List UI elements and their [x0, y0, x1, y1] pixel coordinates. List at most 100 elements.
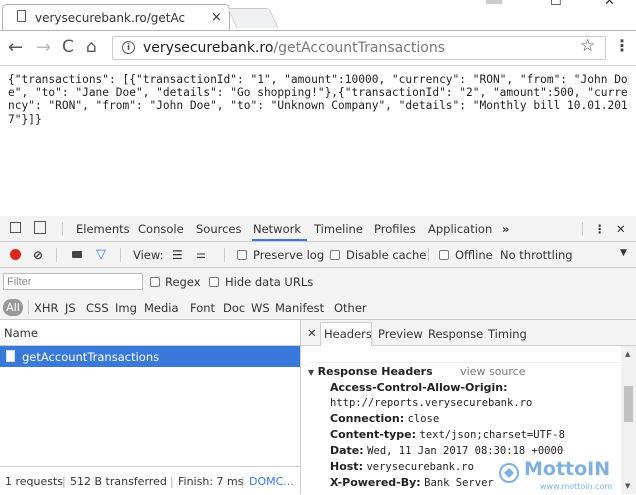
type-filter-ws[interactable]: WS	[251, 301, 270, 315]
view-source-link[interactable]: view source	[460, 365, 525, 378]
maximize-button[interactable]: ☐	[550, 0, 562, 9]
reload-button[interactable]: C	[62, 37, 74, 57]
scrollbar-thumb[interactable]	[624, 386, 633, 422]
requests-count: 1 requests	[5, 475, 64, 488]
type-filter-other[interactable]: Other	[334, 301, 367, 315]
disable-cache-checkbox[interactable]	[330, 250, 340, 260]
header-row: Content-type: text/json;charset=UTF-8	[330, 428, 565, 441]
type-filter-media[interactable]: Media	[144, 301, 179, 315]
preserve-log-label: Preserve log	[253, 248, 325, 262]
divider	[428, 248, 429, 262]
watermark-url: www.mottoin.com	[540, 482, 613, 491]
devtools-menu-icon[interactable]: ⋮	[594, 222, 606, 236]
tab-timing[interactable]: Timing	[488, 327, 527, 341]
tab-title: verysecurebank.ro/getAc	[35, 11, 186, 25]
tab-console[interactable]: Console	[138, 222, 184, 236]
tab-response[interactable]: Response	[428, 327, 483, 341]
device-toolbar-icon[interactable]	[34, 221, 46, 234]
filter-input[interactable]	[4, 274, 140, 290]
response-headers-title[interactable]: Response Headers	[318, 365, 433, 378]
hide-data-urls-checkbox[interactable]	[209, 277, 219, 287]
tab-elements[interactable]: Elements	[76, 222, 130, 236]
window-controls: ☐ ✕	[486, 0, 636, 10]
network-status-bar: 1 requests | 512 B transferred | Finish:…	[0, 466, 300, 494]
window-close-button[interactable]: ✕	[604, 0, 615, 9]
file-icon	[6, 350, 15, 362]
request-name: getAccountTransactions	[22, 350, 160, 364]
disable-cache-label: Disable cache	[346, 248, 427, 262]
regex-checkbox[interactable]	[150, 277, 160, 287]
clear-icon[interactable]: ⊘	[33, 248, 43, 262]
pane-divider[interactable]	[300, 320, 301, 494]
clipped-row	[308, 348, 620, 363]
header-row: Date: Wed, 11 Jan 2017 08:30:18 +0000	[330, 444, 564, 457]
record-icon[interactable]	[10, 249, 21, 260]
watermark-brand: MottoIN	[524, 458, 611, 480]
type-filter-css[interactable]: CSS	[86, 301, 109, 315]
divider	[582, 222, 583, 236]
tab-profiles[interactable]: Profiles	[374, 222, 416, 236]
new-tab-button[interactable]	[227, 8, 279, 28]
divider: |	[241, 475, 245, 488]
finish-time: Finish: 7 ms	[178, 475, 244, 488]
header-row: Connection: close	[330, 412, 440, 425]
watermark-icon	[499, 463, 519, 483]
tab-close-button[interactable]: ×	[211, 10, 222, 25]
large-rows-icon[interactable]: ☰	[172, 248, 183, 262]
bookmark-star-icon[interactable]: ☆	[580, 36, 595, 56]
throttling-select[interactable]: No throttling	[500, 248, 573, 262]
divider: |	[62, 475, 66, 488]
browser-toolbar: ← → C ⌂ i verysecurebank.ro/getAccountTr…	[0, 30, 636, 66]
forward-button[interactable]: →	[36, 37, 51, 58]
filter-icon[interactable]: ▽	[96, 247, 106, 262]
filter-field[interactable]	[3, 273, 143, 290]
minimize-button[interactable]	[486, 0, 502, 4]
name-column-header[interactable]: Name	[4, 326, 38, 340]
menu-icon[interactable]: ⋮	[614, 36, 630, 55]
chevron-down-icon[interactable]: ▼	[620, 248, 627, 258]
divider	[56, 248, 57, 262]
camera-icon[interactable]	[72, 251, 82, 258]
network-toolbar: ⊘ ▽ View: ☰ ⚌ Preserve log Disable cache…	[0, 242, 636, 268]
tab-timeline[interactable]: Timeline	[314, 222, 363, 236]
address-bar[interactable]: i verysecurebank.ro/getAccountTransactio…	[112, 36, 606, 60]
url-text[interactable]: verysecurebank.ro/getAccountTransactions	[143, 40, 445, 56]
type-filter-all[interactable]: All	[3, 299, 23, 316]
back-button[interactable]: ←	[8, 37, 23, 58]
preserve-log-checkbox[interactable]	[237, 250, 247, 260]
type-filter-img[interactable]: Img	[115, 301, 137, 315]
type-filter-manifest[interactable]: Manifest	[275, 301, 324, 315]
scroll-up-icon[interactable]: ▲	[625, 350, 630, 358]
inspect-icon[interactable]	[10, 222, 21, 233]
regex-label: Regex	[165, 275, 201, 289]
page-icon	[17, 10, 26, 22]
divider	[120, 248, 121, 262]
type-filter-xhr[interactable]: XHR	[34, 301, 59, 315]
tab-network[interactable]: Network	[253, 222, 301, 236]
more-tabs-icon[interactable]: »	[502, 222, 509, 236]
type-filter-js[interactable]: JS	[65, 301, 76, 315]
transferred-size: 512 B transferred	[70, 475, 167, 488]
info-icon[interactable]: i	[122, 41, 135, 54]
overview-icon[interactable]: ⚌	[196, 248, 206, 261]
json-response-body: {"transactions": [{"transactionId": "1",…	[8, 73, 628, 126]
table-row[interactable]: getAccountTransactions	[0, 346, 300, 367]
tab-application[interactable]: Application	[428, 222, 492, 236]
tab-headers[interactable]: Headers	[324, 327, 372, 341]
requests-header: Name	[0, 320, 300, 346]
detail-close-button[interactable]: ✕	[307, 326, 317, 340]
divider	[224, 248, 225, 262]
tab-preview[interactable]: Preview	[378, 327, 423, 341]
expand-triangle-icon[interactable]: ▼	[308, 368, 314, 377]
devtools-close-button[interactable]: ✕	[616, 222, 626, 236]
browser-tab[interactable]: verysecurebank.ro/getAc ×	[2, 4, 230, 30]
offline-checkbox[interactable]	[439, 250, 449, 260]
hide-data-urls-label: Hide data URLs	[225, 275, 314, 289]
tab-sources[interactable]: Sources	[196, 222, 242, 236]
type-filter-font[interactable]: Font	[190, 301, 215, 315]
type-filter-doc[interactable]: Doc	[223, 301, 245, 315]
active-tab-indicator	[252, 239, 307, 241]
offline-label: Offline	[455, 248, 493, 262]
home-icon[interactable]: ⌂	[86, 37, 97, 57]
watermark-logo: MottoIN www.mottoin.com	[496, 458, 628, 492]
